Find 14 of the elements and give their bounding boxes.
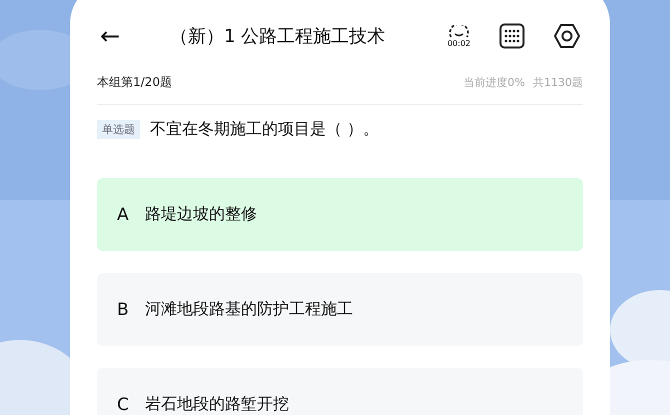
answer-option[interactable]: A 路堤边坡的整修	[97, 178, 583, 251]
timer-button[interactable]: 00:02	[447, 24, 471, 48]
timer-icon	[447, 24, 471, 38]
question-text: 不宜在冬期施工的项目是（ ）。	[150, 119, 380, 140]
grid-icon	[499, 23, 525, 49]
answer-sheet-button[interactable]	[499, 23, 525, 49]
answer-option[interactable]: B 河滩地段路基的防护工程施工	[97, 273, 583, 346]
total-count: 共1130题	[533, 74, 583, 90]
back-button[interactable]: ←	[100, 22, 140, 50]
settings-button[interactable]	[553, 23, 581, 49]
settings-icon	[553, 23, 581, 49]
question-type-tag: 单选题	[97, 120, 140, 139]
page-title: （新）1 公路工程施工技术	[170, 25, 386, 48]
answer-option[interactable]: C 岩石地段的路堑开挖	[97, 368, 583, 415]
